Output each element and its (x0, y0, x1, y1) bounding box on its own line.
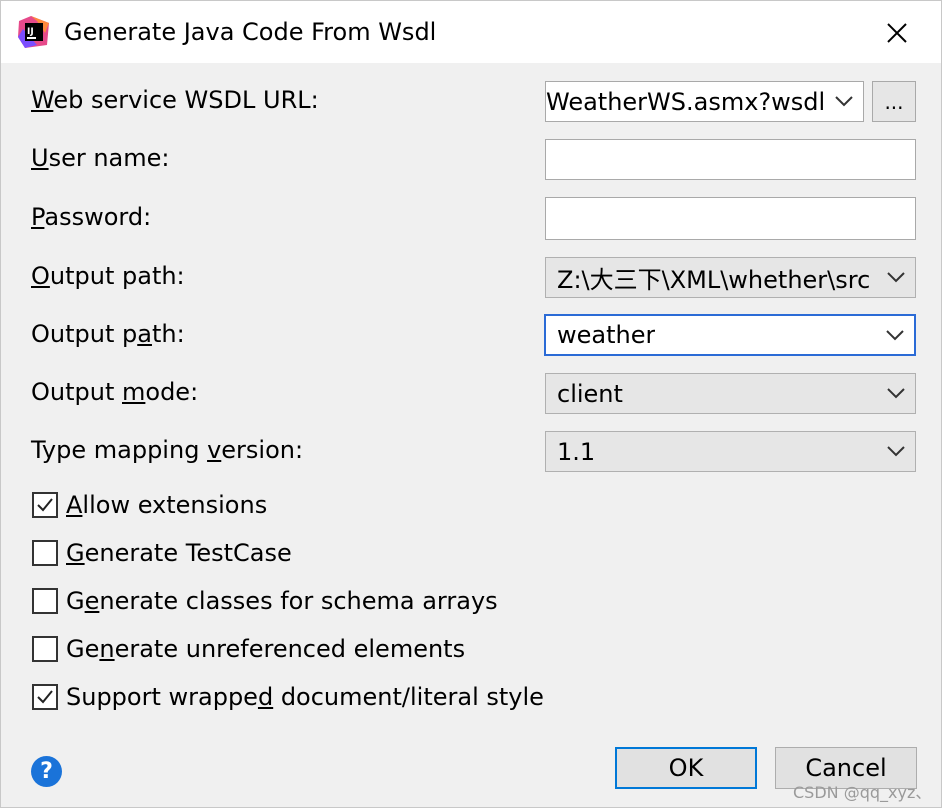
generate-schema-array-classes-label[interactable]: Generate classes for schema arrays (66, 584, 498, 618)
intellij-app-icon: IJ (17, 15, 51, 49)
checkmark-icon (37, 690, 53, 704)
user-name-input[interactable] (545, 139, 916, 180)
generate-unreferenced-elements-label[interactable]: Generate unreferenced elements (66, 632, 465, 666)
password-label: Password: (31, 203, 152, 231)
support-wrapped-document-literal-checkbox[interactable] (32, 684, 58, 710)
type-mapping-version-label: Type mapping version: (31, 436, 304, 464)
type-mapping-version-combobox[interactable]: 1.1 (545, 431, 916, 472)
wsdl-url-value: WeatherWS.asmx?wsdl (546, 87, 826, 116)
svg-text:IJ: IJ (27, 27, 34, 37)
chevron-down-icon[interactable] (887, 432, 905, 471)
generate-testcase-label[interactable]: Generate TestCase (66, 536, 292, 570)
output-path-label: Output path: (31, 262, 185, 290)
type-mapping-version-value: 1.1 (557, 437, 596, 466)
package-path-label: Output path: (31, 320, 185, 348)
generate-unreferenced-elements-checkbox[interactable] (32, 636, 58, 662)
output-mode-combobox[interactable]: client (545, 373, 916, 414)
password-input[interactable] (545, 197, 916, 240)
browse-button[interactable]: ... (872, 81, 916, 122)
chevron-down-icon[interactable] (887, 258, 905, 297)
wsdl-url-label: Web service WSDL URL: (31, 86, 319, 114)
watermark: CSDN @qq_xyz、 (793, 783, 932, 802)
chevron-down-icon[interactable] (886, 316, 904, 354)
chevron-down-icon[interactable] (835, 82, 853, 121)
allow-extensions-checkbox[interactable] (32, 492, 58, 518)
generate-java-code-dialog: IJ Generate Java Code From Wsdl Web serv… (0, 0, 942, 808)
generate-schema-array-classes-checkbox[interactable] (32, 588, 58, 614)
support-wrapped-document-literal-label[interactable]: Support wrapped document/literal style (66, 680, 544, 714)
close-button[interactable] (877, 13, 917, 53)
dialog-title: Generate Java Code From Wsdl (64, 18, 437, 46)
user-name-label: User name: (31, 144, 170, 172)
chevron-down-icon[interactable] (887, 374, 905, 413)
checkmark-icon (37, 498, 53, 512)
wsdl-url-combobox[interactable]: WeatherWS.asmx?wsdl (545, 81, 864, 122)
package-path-combobox[interactable]: weather (544, 314, 916, 356)
output-mode-value: client (557, 379, 623, 408)
package-path-value: weather (557, 321, 656, 349)
title-bar: IJ Generate Java Code From Wsdl (1, 1, 941, 63)
output-path-value: Z:\大三下\XML\whether\src (557, 266, 871, 294)
output-path-combobox[interactable]: Z:\大三下\XML\whether\src (545, 257, 916, 298)
output-mode-label: Output mode: (31, 378, 199, 406)
allow-extensions-label[interactable]: Allow extensions (66, 488, 267, 522)
close-icon (887, 23, 907, 43)
ok-button[interactable]: OK (615, 747, 757, 789)
help-button[interactable]: ? (31, 756, 62, 787)
generate-testcase-checkbox[interactable] (32, 540, 58, 566)
